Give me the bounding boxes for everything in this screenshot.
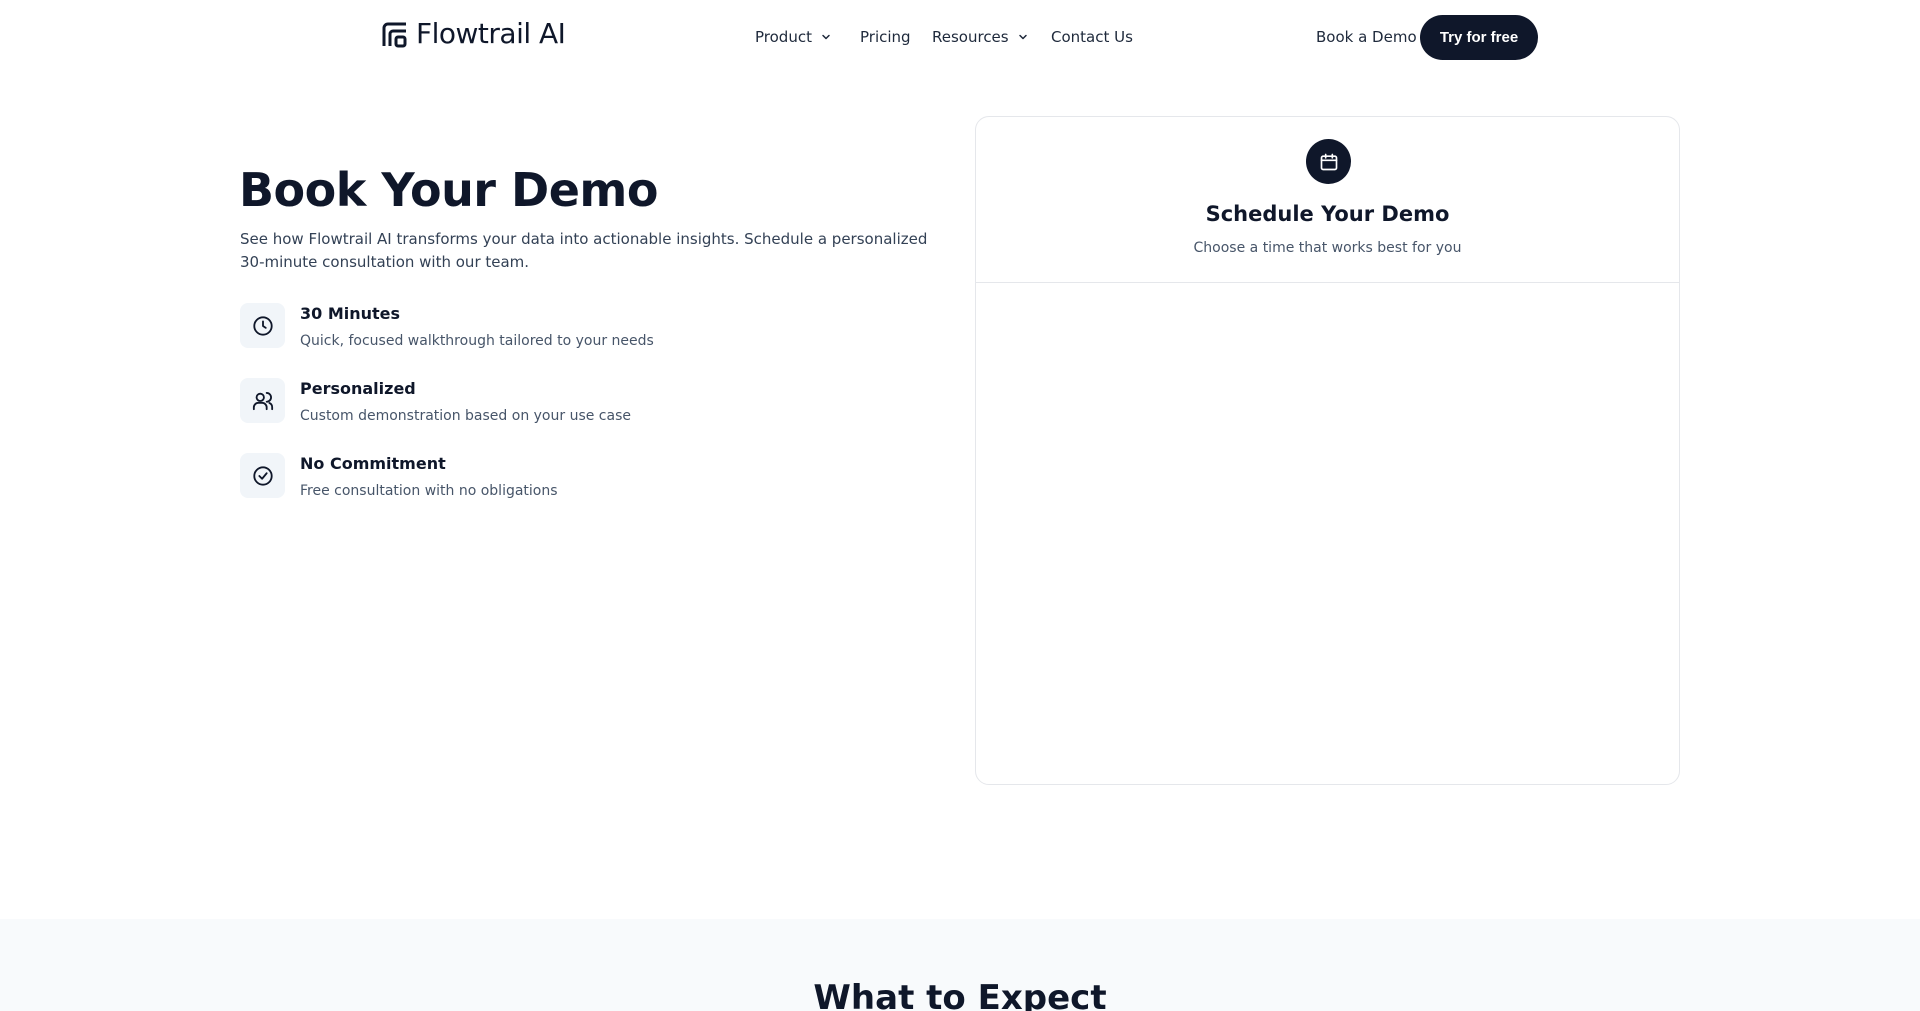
- nav-resources-label: Resources: [932, 28, 1009, 46]
- nav-pricing[interactable]: Pricing: [860, 26, 911, 48]
- brand-logo[interactable]: Flowtrail AI: [382, 17, 566, 50]
- site-header: Flowtrail AI Product Pricing Resources C…: [0, 0, 1920, 74]
- section-title: What to Expect: [813, 978, 1107, 1011]
- feature-item: Personalized Custom demonstration based …: [240, 378, 840, 424]
- nav-pricing-label: Pricing: [860, 28, 911, 46]
- feature-title: No Commitment: [300, 454, 446, 473]
- schedule-card: Schedule Your Demo Choose a time that wo…: [975, 116, 1680, 785]
- chevron-down-icon: [1018, 34, 1027, 40]
- feature-item: 30 Minutes Quick, focused walkthrough ta…: [240, 303, 840, 349]
- what-to-expect-section: What to Expect: [0, 919, 1920, 1011]
- nav-resources[interactable]: Resources: [932, 26, 1029, 48]
- page-title: Book Your Demo: [239, 163, 658, 217]
- book-demo-link[interactable]: Book a Demo: [1316, 26, 1417, 48]
- clock-icon: [252, 315, 273, 336]
- calendar-icon: [1320, 153, 1337, 170]
- chevron-down-icon: [822, 34, 830, 40]
- brand-name: Flowtrail AI: [416, 17, 566, 50]
- feature-title: Personalized: [300, 379, 416, 398]
- schedule-card-title: Schedule Your Demo: [1205, 202, 1450, 226]
- nav-contact-label: Contact Us: [1051, 28, 1133, 46]
- feature-description: Quick, focused walkthrough tailored to y…: [300, 333, 654, 349]
- schedule-card-subtitle: Choose a time that works best for you: [1193, 240, 1462, 256]
- scheduler-embed-area[interactable]: [976, 284, 1679, 784]
- feature-icon-box: [240, 453, 285, 498]
- feature-title: 30 Minutes: [300, 304, 401, 323]
- feature-description: Custom demonstration based on your use c…: [300, 408, 631, 424]
- calendar-icon-badge: [1306, 139, 1351, 184]
- hero-description: See how Flowtrail AI transforms your dat…: [240, 230, 928, 271]
- feature-description: Free consultation with no obligations: [300, 483, 558, 499]
- nav-product[interactable]: Product: [755, 26, 832, 48]
- feature-item: No Commitment Free consultation with no …: [240, 453, 840, 499]
- nav-contact-us[interactable]: Contact Us: [1051, 26, 1133, 48]
- check-circle-icon: [252, 465, 273, 486]
- feature-icon-box: [240, 303, 285, 348]
- users-icon: [252, 391, 273, 410]
- schedule-card-header: Schedule Your Demo Choose a time that wo…: [976, 117, 1679, 283]
- feature-icon-box: [240, 378, 285, 423]
- try-for-free-button[interactable]: Try for free: [1420, 15, 1538, 60]
- flowtrail-logo-icon: [382, 22, 407, 48]
- nav-product-label: Product: [755, 28, 812, 46]
